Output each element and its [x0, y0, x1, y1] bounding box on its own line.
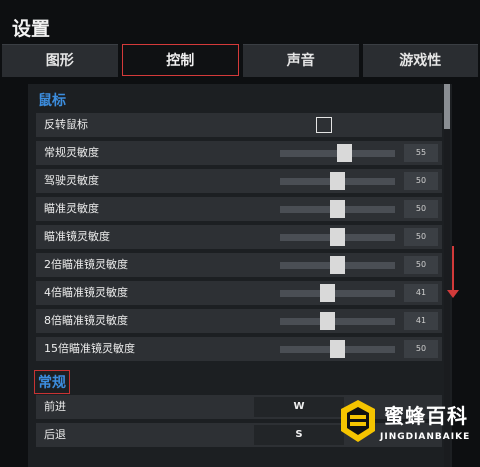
setting-row-slider: 驾驶灵敏度 50 [36, 169, 442, 193]
slider-thumb[interactable] [330, 172, 345, 190]
window-title: 设置 [12, 18, 51, 40]
bee-logo-icon [341, 400, 375, 442]
slider-thumb[interactable] [330, 256, 345, 274]
slider-value-field[interactable]: 50 [404, 172, 438, 190]
setting-label: 后退 [44, 428, 66, 441]
setting-label: 反转鼠标 [44, 118, 88, 131]
setting-row-invert-mouse: 反转鼠标 [36, 113, 442, 137]
slider-thumb[interactable] [320, 284, 335, 302]
setting-row-slider: 8倍瞄准镜灵敏度 41 [36, 309, 442, 333]
tab-sound[interactable]: 声音 [243, 44, 359, 77]
setting-label: 瞄准镜灵敏度 [44, 230, 110, 243]
scroll-hint-arrow [452, 246, 454, 296]
slider-track[interactable] [280, 312, 395, 330]
scroll-hint-arrow-head [447, 290, 459, 298]
slider-track[interactable] [280, 200, 395, 218]
slider-track[interactable] [280, 172, 395, 190]
setting-label: 前进 [44, 400, 66, 413]
slider-track[interactable] [280, 256, 395, 274]
tab-controls[interactable]: 控制 [121, 44, 239, 76]
slider-thumb[interactable] [320, 312, 335, 330]
slider-thumb[interactable] [330, 340, 345, 358]
slider-track[interactable] [280, 284, 395, 302]
setting-label: 驾驶灵敏度 [44, 174, 99, 187]
setting-row-slider: 2倍瞄准镜灵敏度 50 [36, 253, 442, 277]
tab-gameplay[interactable]: 游戏性 [362, 44, 478, 77]
slider-value-field[interactable]: 50 [404, 200, 438, 218]
slider-track[interactable] [280, 340, 395, 358]
slider-thumb[interactable] [330, 200, 345, 218]
watermark-name: 蜜蜂百科 [384, 404, 468, 428]
setting-label: 4倍瞄准镜灵敏度 [44, 286, 128, 299]
setting-label: 常规灵敏度 [44, 146, 99, 159]
section-general-title: 常规 [34, 370, 70, 394]
slider-track[interactable] [280, 228, 395, 246]
setting-label: 15倍瞄准镜灵敏度 [44, 342, 135, 355]
slider-value-field[interactable]: 41 [404, 312, 438, 330]
scrollbar-thumb[interactable] [444, 84, 450, 129]
tab-graphics[interactable]: 图形 [2, 44, 118, 77]
slider-value-field[interactable]: 50 [404, 256, 438, 274]
invert-mouse-checkbox[interactable] [316, 117, 332, 133]
setting-row-slider: 瞄准镜灵敏度 50 [36, 225, 442, 249]
keybind-button[interactable]: W [254, 397, 344, 417]
section-mouse-title: 鼠标 [38, 93, 66, 109]
keybind-button[interactable]: S [254, 425, 344, 445]
tab-bar: 图形 控制 声音 游戏性 [0, 44, 480, 78]
setting-label: 8倍瞄准镜灵敏度 [44, 314, 128, 327]
watermark-subtitle: JINGDIANBAIKE [380, 432, 471, 442]
slider-value-field[interactable]: 55 [404, 144, 438, 162]
setting-label: 2倍瞄准镜灵敏度 [44, 258, 128, 271]
setting-row-slider: 15倍瞄准镜灵敏度 50 [36, 337, 442, 361]
watermark: 蜜蜂百科 JINGDIANBAIKE [334, 396, 476, 460]
slider-thumb[interactable] [330, 228, 345, 246]
slider-value-field[interactable]: 50 [404, 228, 438, 246]
slider-thumb[interactable] [337, 144, 352, 162]
setting-row-slider: 瞄准灵敏度 50 [36, 197, 442, 221]
slider-value-field[interactable]: 50 [404, 340, 438, 358]
slider-value-field[interactable]: 41 [404, 284, 438, 302]
slider-track[interactable] [280, 144, 395, 162]
setting-row-slider: 4倍瞄准镜灵敏度 41 [36, 281, 442, 305]
setting-row-slider: 常规灵敏度 55 [36, 141, 442, 165]
setting-label: 瞄准灵敏度 [44, 202, 99, 215]
